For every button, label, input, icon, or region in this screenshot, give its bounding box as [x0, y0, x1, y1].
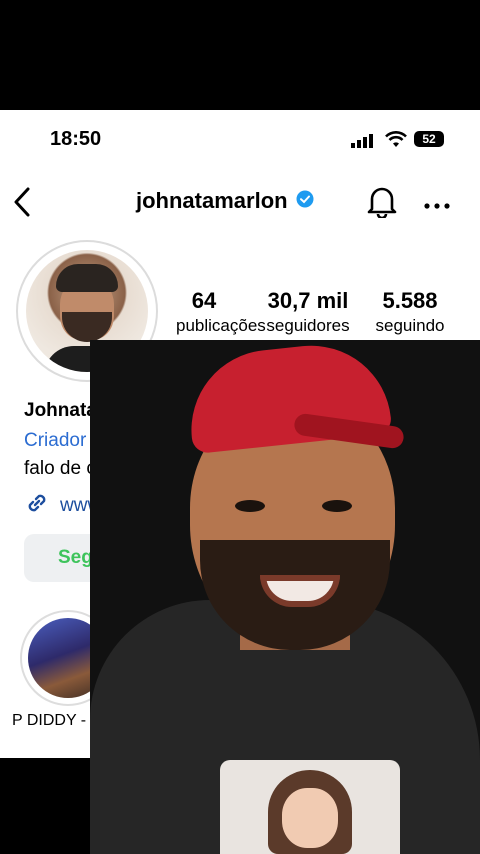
- username-title: johnatamarlon: [136, 188, 314, 214]
- stat-posts[interactable]: 64 publicações: [176, 288, 266, 336]
- posts-label: publicações: [176, 316, 266, 335]
- username: johnatamarlon: [136, 188, 288, 213]
- link-icon: [24, 490, 50, 521]
- followers-count: 30,7 mil: [267, 288, 349, 313]
- back-icon[interactable]: [12, 186, 32, 223]
- stat-following[interactable]: 5.588 seguindo: [364, 288, 456, 336]
- profile-header: johnatamarlon: [0, 182, 480, 222]
- cellular-signal-icon: [351, 134, 375, 153]
- verified-badge-icon: [296, 190, 314, 213]
- reaction-video-overlay: [90, 340, 480, 854]
- posts-count: 64: [191, 288, 217, 313]
- wifi-icon: [385, 131, 407, 154]
- highlight-label: P DIDDY -: [12, 712, 87, 729]
- stat-followers[interactable]: 30,7 mil seguidores: [258, 288, 358, 336]
- battery-icon: 52: [414, 131, 444, 147]
- more-options-icon[interactable]: [424, 196, 450, 214]
- status-bar: 18:50 52: [0, 128, 480, 158]
- followers-label: seguidores: [266, 316, 350, 335]
- bell-icon[interactable]: [366, 184, 398, 223]
- following-label: seguindo: [375, 316, 445, 335]
- following-count: 5.588: [382, 288, 438, 313]
- status-time: 18:50: [50, 128, 102, 150]
